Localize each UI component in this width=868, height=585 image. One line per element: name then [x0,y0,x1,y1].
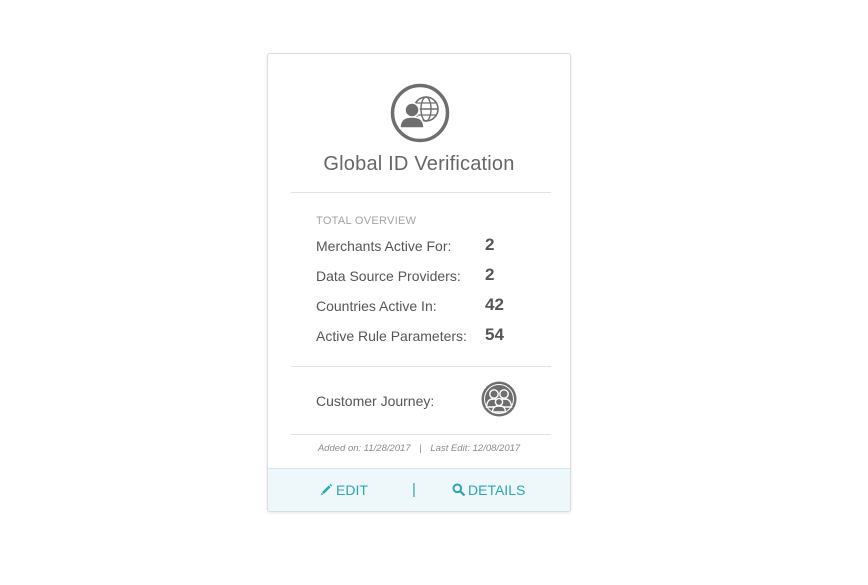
customer-group-icon[interactable] [481,381,517,417]
meta-separator: | [419,443,422,454]
stat-label: Active Rule Parameters: [316,328,467,344]
details-button[interactable]: DETAILS [452,482,525,498]
edit-label: EDIT [336,482,368,498]
section-heading: TOTAL OVERVIEW [316,215,417,227]
card-actions: EDIT | DETAILS [268,468,570,511]
actions-separator: | [412,481,416,498]
stat-active-rule-parameters: Active Rule Parameters: 54 [316,325,556,347]
card-title: Global ID Verification [323,153,515,175]
added-date: Added on: 11/28/2017 [317,443,411,454]
edit-button[interactable]: EDIT [320,482,368,498]
stat-countries-active: Countries Active In: 42 [316,295,556,317]
stat-value: 2 [485,265,495,284]
stat-value: 2 [485,235,495,254]
verification-card: Global ID Verification TOTAL OVERVIEW Me… [267,53,571,512]
stat-label: Countries Active In: [316,298,437,314]
stat-merchants-active: Merchants Active For: 2 [316,235,556,257]
pencil-icon [320,483,333,496]
last-edit-date: Last Edit: 12/08/2017 [430,443,521,454]
user-globe-icon [390,83,450,143]
divider [291,434,551,435]
divider [291,366,551,367]
details-label: DETAILS [468,482,526,498]
stat-data-source-providers: Data Source Providers: 2 [316,265,556,287]
stat-value: 42 [485,295,504,314]
stat-label: Merchants Active For: [316,238,452,254]
search-icon [452,483,465,496]
customer-journey-label: Customer Journey: [316,393,435,409]
divider [291,192,551,193]
stat-value: 54 [485,325,504,344]
stat-label: Data Source Providers: [316,268,461,284]
card-meta: Added on: 11/28/2017 | Last Edit: 12/08/… [268,443,570,454]
